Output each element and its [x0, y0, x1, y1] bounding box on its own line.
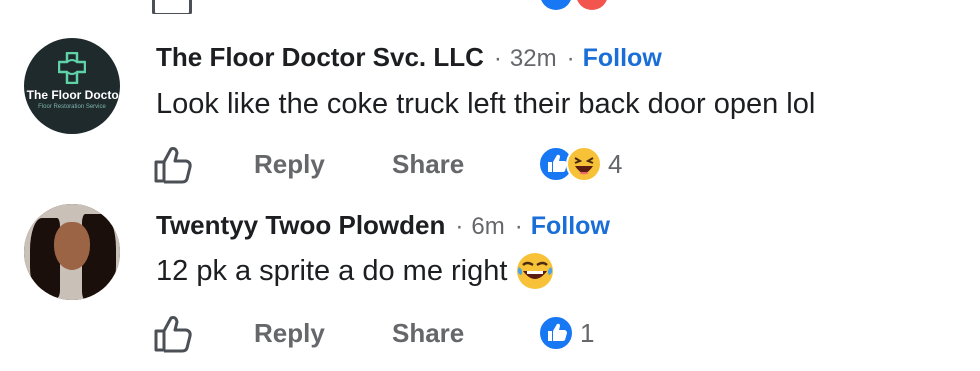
- like-icon[interactable]: [152, 0, 192, 14]
- follow-button[interactable]: Follow: [583, 44, 662, 73]
- like-icon[interactable]: [152, 144, 194, 184]
- separator-dot: ·: [493, 45, 502, 72]
- comment-actions: Reply Share 1: [152, 311, 594, 355]
- reply-button[interactable]: Reply: [254, 318, 325, 349]
- author-name[interactable]: The Floor Doctor Svc. LLC: [156, 42, 484, 73]
- author-name[interactable]: Twentyy Twoo Plowden: [156, 210, 445, 241]
- haha-icon: [566, 146, 602, 182]
- comment-body: 12 pk a sprite a do me right: [156, 250, 555, 292]
- love-reaction-icon: [576, 0, 608, 10]
- like-icon[interactable]: [152, 313, 194, 353]
- comment-text: Look like the coke truck left their back…: [156, 87, 816, 120]
- timestamp[interactable]: 32m: [510, 45, 557, 73]
- separator-dot: ·: [566, 45, 575, 72]
- like-reaction-icon: [540, 0, 572, 10]
- reply-button[interactable]: Reply: [254, 149, 325, 180]
- like-icon: [538, 315, 574, 351]
- medical-cross-icon: [58, 52, 86, 84]
- avatar[interactable]: [24, 204, 120, 300]
- logo-text: The Floor Doctor: [26, 88, 120, 102]
- avatar[interactable]: The Floor Doctor Floor Restoration Servi…: [24, 38, 120, 134]
- previous-comment-actions-cropped: [0, 0, 980, 14]
- separator-dot: ·: [514, 213, 523, 240]
- reaction-count: 4: [608, 148, 623, 179]
- separator-dot: ·: [455, 213, 464, 240]
- share-button[interactable]: Share: [392, 318, 464, 349]
- reaction-summary[interactable]: 1: [538, 315, 594, 351]
- comment-actions: Reply Share 4: [152, 142, 622, 186]
- comment-text: 12 pk a sprite a do me right: [156, 254, 508, 287]
- reaction-summary[interactable]: 4: [538, 146, 622, 182]
- comment-header: Twentyy Twoo Plowden · 6m · Follow: [156, 210, 610, 241]
- laughing-emoji-icon: [517, 253, 554, 289]
- logo-subtitle: Floor Restoration Service: [38, 104, 106, 110]
- reaction-count: 1: [580, 317, 595, 348]
- share-button[interactable]: Share: [392, 149, 464, 180]
- timestamp[interactable]: 6m: [471, 213, 504, 241]
- follow-button[interactable]: Follow: [531, 212, 610, 241]
- comment-header: The Floor Doctor Svc. LLC · 32m · Follow: [156, 42, 662, 73]
